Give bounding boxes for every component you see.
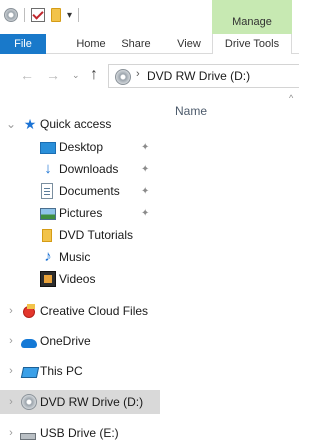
nav-item-creative-cloud-files[interactable]: › Creative Cloud Files bbox=[0, 300, 160, 322]
downloads-icon: ↓ bbox=[44, 160, 52, 177]
expand-chevron-icon[interactable]: › bbox=[6, 365, 16, 377]
recent-locations-button[interactable]: ⌄ bbox=[72, 65, 80, 85]
forward-button[interactable]: → bbox=[46, 65, 60, 85]
nav-label: Videos bbox=[59, 272, 96, 286]
navigation-pane: ⌄ ★ Quick access Desktop ✦ ↓ Downloads ✦… bbox=[0, 112, 160, 444]
nav-label: Quick access bbox=[40, 117, 112, 131]
customize-toolbar-dropdown[interactable]: ▾ bbox=[67, 10, 72, 21]
nav-label: DVD RW Drive (D:) bbox=[40, 395, 144, 409]
tab-file[interactable]: File bbox=[0, 34, 46, 54]
nav-item-onedrive[interactable]: › OneDrive bbox=[0, 330, 160, 352]
nav-item-dvd-rw-drive[interactable]: › DVD RW Drive (D:) bbox=[0, 390, 160, 414]
this-pc-icon bbox=[20, 366, 40, 378]
onedrive-icon bbox=[21, 338, 37, 348]
music-icon: ♪ bbox=[44, 248, 52, 265]
folder-icon bbox=[42, 228, 52, 242]
nav-item-pictures[interactable]: Pictures ✦ bbox=[0, 202, 160, 224]
nav-label: USB Drive (E:) bbox=[40, 426, 119, 440]
nav-label: DVD Tutorials bbox=[59, 228, 134, 242]
toolbar-divider bbox=[78, 8, 80, 22]
nav-label: Downloads bbox=[59, 162, 119, 176]
documents-icon bbox=[41, 183, 53, 199]
nav-label: Pictures bbox=[59, 206, 103, 220]
address-bar[interactable]: › DVD RW Drive (D:) bbox=[108, 64, 299, 88]
nav-item-documents[interactable]: Documents ✦ bbox=[0, 180, 160, 202]
manage-label: Manage bbox=[232, 16, 272, 28]
nav-item-downloads[interactable]: ↓ Downloads ✦ bbox=[0, 158, 160, 180]
nav-label: Desktop bbox=[59, 140, 104, 154]
back-button[interactable]: ← bbox=[20, 65, 34, 85]
new-folder-icon[interactable] bbox=[51, 8, 61, 22]
nav-item-dvd-tutorials[interactable]: DVD Tutorials bbox=[0, 224, 160, 246]
pin-icon: ✦ bbox=[141, 141, 150, 153]
tab-drive-tools[interactable]: Drive Tools bbox=[212, 34, 292, 54]
tab-share[interactable]: Share bbox=[114, 34, 158, 54]
nav-item-this-pc[interactable]: › This PC bbox=[0, 360, 160, 382]
dvd-drive-icon bbox=[4, 8, 18, 22]
expand-chevron-icon[interactable]: › bbox=[6, 427, 16, 439]
breadcrumb-path[interactable]: DVD RW Drive (D:) bbox=[147, 69, 250, 83]
pin-icon: ✦ bbox=[141, 207, 150, 219]
desktop-icon bbox=[40, 142, 56, 154]
address-row: ← → ⌄ ↑ › DVD RW Drive (D:) bbox=[0, 55, 299, 95]
properties-check-icon[interactable] bbox=[31, 8, 45, 22]
pin-icon: ✦ bbox=[141, 163, 150, 175]
breadcrumb-chevron[interactable]: › bbox=[136, 68, 140, 80]
nav-label: Documents bbox=[59, 184, 120, 198]
manage-contextual-group: Manage bbox=[212, 0, 292, 34]
nav-label: Creative Cloud Files bbox=[40, 304, 149, 318]
quick-access-toolbar: ▾ bbox=[4, 6, 85, 24]
videos-icon bbox=[40, 271, 56, 287]
title-bar: ▾ Manage bbox=[0, 0, 299, 34]
up-button[interactable]: ↑ bbox=[90, 65, 98, 85]
expand-chevron-icon[interactable]: › bbox=[6, 305, 16, 317]
tab-home[interactable]: Home bbox=[74, 34, 108, 54]
nav-item-videos[interactable]: Videos bbox=[0, 268, 160, 290]
nav-item-desktop[interactable]: Desktop ✦ bbox=[0, 136, 160, 158]
nav-quick-access[interactable]: ⌄ ★ Quick access bbox=[0, 113, 160, 135]
nav-item-usb-drive[interactable]: › USB Drive (E:) bbox=[0, 422, 160, 444]
nav-label: Music bbox=[59, 250, 91, 264]
star-icon: ★ bbox=[23, 116, 37, 132]
column-header-name[interactable]: Name bbox=[175, 104, 207, 118]
usb-drive-icon bbox=[20, 432, 36, 440]
toolbar-divider bbox=[24, 8, 25, 22]
nav-label: OneDrive bbox=[40, 334, 91, 348]
nav-item-music[interactable]: ♪ Music bbox=[0, 246, 160, 268]
dvd-drive-icon bbox=[21, 394, 37, 410]
sort-caret-icon: ^ bbox=[289, 93, 294, 103]
tab-view[interactable]: View bbox=[172, 34, 206, 54]
nav-label: This PC bbox=[40, 364, 83, 378]
ribbon-tabs: File Home Share View Drive Tools bbox=[0, 34, 299, 54]
expand-chevron-icon[interactable]: › bbox=[6, 396, 16, 408]
dvd-drive-icon bbox=[115, 69, 131, 85]
pin-icon: ✦ bbox=[141, 185, 150, 197]
expand-chevron-icon[interactable]: › bbox=[6, 335, 16, 347]
creative-cloud-icon bbox=[23, 304, 35, 318]
collapse-chevron-icon[interactable]: ⌄ bbox=[6, 117, 16, 131]
pictures-icon bbox=[40, 208, 56, 220]
